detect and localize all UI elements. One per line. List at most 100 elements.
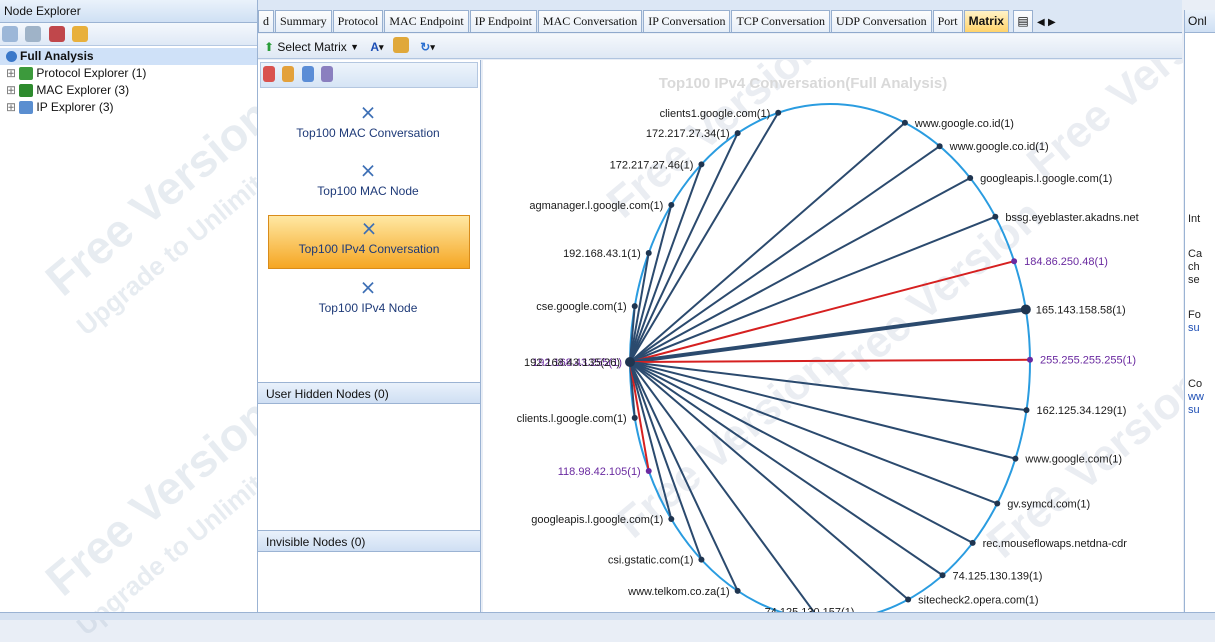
tab-protocol[interactable]: Protocol — [332, 10, 384, 32]
chart-title: Top100 IPv4 Conversation(Full Analysis) — [659, 75, 947, 92]
node-dot — [631, 303, 638, 310]
tree-item-ip-explorer[interactable]: ⊞ IP Explorer (3) — [0, 99, 257, 116]
font-button[interactable]: A▾ — [370, 40, 383, 54]
tree-item-mac-explorer[interactable]: ⊞ MAC Explorer (3) — [0, 82, 257, 99]
matrix-list-pane: ⨯ Top100 MAC Conversation ⨯ Top100 MAC Node… — [258, 60, 481, 619]
node-dot — [936, 143, 943, 150]
refresh-icon[interactable]: ↻ ▾ — [420, 40, 435, 54]
user-hidden-nodes-header: User Hidden Nodes (0) — [258, 382, 480, 404]
tab-d[interactable]: d — [258, 10, 274, 32]
matrix-type-item[interactable]: ⨯ Top100 MAC Node — [268, 158, 468, 210]
node-dot — [734, 130, 741, 137]
node-label: 172.217.27.46(1) — [610, 159, 694, 171]
watermark-text: Free Version — [35, 88, 281, 306]
tab-matrix[interactable]: Matrix — [963, 10, 1009, 32]
node-label: csi.gstatic.com(1) — [608, 555, 694, 567]
node-label: 74.125.130.139(1) — [953, 570, 1043, 582]
node-label: googleapis.l.google.com(1) — [980, 173, 1112, 185]
help-text: Ca — [1188, 248, 1203, 260]
node-dot — [1023, 407, 1030, 414]
matrix-type-item[interactable]: ⨯ Top100 MAC Conversation — [268, 100, 468, 152]
matrix-toolbar: ⬆ Select Matrix ▼ A▾ ↻ ▾ — [258, 34, 1182, 59]
tab-mac-conversation[interactable]: MAC Conversation — [537, 10, 643, 32]
matrix-type-label: Top100 IPv4 Node — [318, 301, 418, 315]
tree-item-protocol-explorer[interactable]: ⊞ Protocol Explorer (1) — [0, 65, 257, 82]
tab-scroll-right-icon[interactable]: ▶ — [1048, 17, 1056, 28]
node-label: googleapis.l.google.com(1) — [531, 514, 663, 526]
tree-item-label: MAC Explorer (3) — [36, 83, 130, 97]
refresh-tree-icon[interactable] — [2, 26, 18, 42]
nodes-icon[interactable] — [48, 26, 65, 42]
node-label: 118.98.42.105(1) — [558, 466, 641, 478]
matrix-type-icon: ⨯ — [360, 218, 378, 240]
node-dot — [631, 414, 638, 421]
expand-icon[interactable]: ⊞ — [6, 100, 19, 114]
tabs-holder: d Summary Protocol MAC Endpoint IP Endpoint M… — [258, 10, 1010, 32]
help-text: su — [1188, 322, 1200, 334]
node-dot — [969, 539, 976, 546]
node-label: sitecheck2.opera.com(1) — [918, 594, 1038, 606]
matrix-tool-icon[interactable] — [263, 66, 275, 82]
online-help-pane: Onl Int Ca ch se Fo su Co ww su — [1184, 10, 1215, 619]
help-text: su — [1188, 404, 1200, 416]
matrix-tool-icon[interactable] — [321, 66, 334, 82]
watermark-text: Free Version — [35, 388, 281, 606]
tab-mac-endpoint[interactable]: MAC Endpoint — [384, 10, 469, 32]
node-dot — [775, 109, 782, 116]
watermark-text: Free Version — [1018, 60, 1183, 188]
help-text: ch — [1188, 261, 1200, 273]
tab-ip-endpoint[interactable]: IP Endpoint — [469, 10, 537, 32]
node-dot — [901, 119, 908, 126]
node-dot — [992, 213, 999, 220]
matrix-type-label: Top100 MAC Node — [317, 184, 419, 198]
tab-scroll-left-icon[interactable]: ◀ — [1037, 17, 1045, 28]
tab-tcp-conversation[interactable]: TCP Conversation — [731, 10, 831, 32]
node-label: 184.86.250.48(1) — [1024, 256, 1108, 268]
matrix-type-item[interactable]: ⨯ Top100 IPv4 Conversation — [268, 215, 470, 269]
node-label: bssg.eyeblaster.akadns.net — [1005, 212, 1138, 224]
matrix-type-item[interactable]: ⨯ Top100 IPv4 Node — [268, 275, 468, 327]
matrix-chart-pane: Free VersionFree VersionFree VersionFree… — [483, 60, 1183, 619]
expand-icon[interactable]: ⊞ — [6, 66, 19, 80]
node-dot — [645, 468, 652, 475]
node-explorer-title: Node Explorer — [0, 0, 257, 23]
tree-item-full-analysis[interactable]: Full Analysis — [0, 48, 257, 65]
help-text: Fo — [1188, 309, 1201, 321]
node-dot — [1026, 356, 1033, 363]
help-text: Co — [1188, 378, 1203, 390]
node-label: 255.255.255.255(1) — [1040, 355, 1136, 367]
node-label: gv.symcd.com(1) — [1007, 498, 1090, 510]
node-dot — [994, 500, 1001, 507]
top-strip — [258, 0, 1182, 10]
warning-icon[interactable] — [72, 26, 89, 42]
export-image-icon[interactable] — [392, 37, 409, 53]
tab-port[interactable]: Port — [932, 10, 963, 32]
home-arrow-icon: ⬆ — [264, 39, 275, 54]
node-dot — [668, 201, 675, 208]
node-label: www.telkom.co.za(1) — [627, 586, 729, 598]
hub-node-label: 192.168.43.135(26) — [524, 357, 620, 369]
matrix-tool-icon[interactable] — [301, 66, 314, 82]
tab-udp-conversation[interactable]: UDP Conversation — [831, 10, 932, 32]
node-label: www.google.com(1) — [1024, 454, 1122, 466]
node-label: rec.mouseflowaps.netdna-cdr — [983, 538, 1128, 550]
select-matrix-label: Select Matrix — [277, 39, 347, 54]
help-text: Int — [1188, 213, 1201, 225]
expand-icon[interactable]: ⊞ — [6, 83, 19, 97]
node-label: agmanager.l.google.com(1) — [529, 200, 663, 212]
matrix-type-label: Top100 IPv4 Conversation — [298, 242, 440, 256]
chevron-down-icon: ▾ — [379, 41, 384, 52]
chevron-down-icon: ▼ — [350, 41, 360, 52]
matrix-tool-icon[interactable] — [282, 66, 295, 82]
online-pane-title: Onl — [1185, 10, 1215, 33]
tree-item-label: Full Analysis — [20, 49, 94, 63]
select-matrix-button[interactable]: ⬆ Select Matrix ▼ — [264, 39, 359, 54]
tab-overflow-menu[interactable]: ▤ — [1013, 10, 1033, 32]
node-label: cse.google.com(1) — [536, 301, 627, 313]
tab-ip-conversation[interactable]: IP Conversation — [643, 10, 731, 32]
matrix-type-icon: ⨯ — [359, 160, 377, 182]
node-explorer-pane: Node Explorer Full Analysis ⊞ Protocol E… — [0, 0, 291, 641]
filter-icon[interactable] — [25, 26, 42, 42]
tab-summary[interactable]: Summary — [275, 10, 332, 32]
invisible-nodes-header: Invisible Nodes (0) — [258, 530, 480, 552]
